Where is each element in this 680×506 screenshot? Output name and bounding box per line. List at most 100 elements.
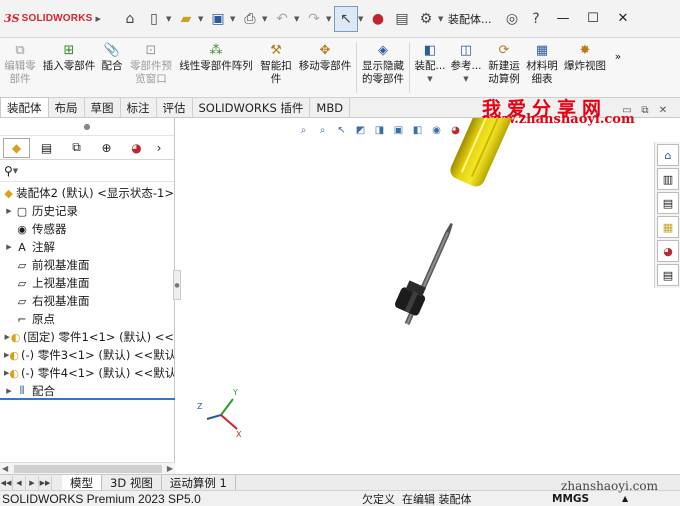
- select-arrow-icon[interactable]: ↖: [334, 5, 358, 32]
- show-hidden-button[interactable]: ◈ 显示隐藏 的零部件: [359, 38, 407, 97]
- solidworks-logo[interactable]: 3S SOLIDWORKS ▶: [0, 12, 118, 25]
- filter-dropdown-icon[interactable]: ▼: [13, 167, 21, 175]
- screwdriver-model[interactable]: Y X Z: [176, 118, 680, 474]
- tree-node-sensors[interactable]: ◉ 传感器: [0, 220, 174, 238]
- scroll-left-icon[interactable]: ◀: [2, 464, 8, 473]
- configurationmanager-icon[interactable]: ⧉: [63, 138, 90, 158]
- display-manager-icon[interactable]: ◕: [123, 138, 150, 158]
- tree-node-part4[interactable]: ▶ ◐ (-) 零件4<1> (默认) <<默认: [0, 364, 174, 382]
- undo-dropdown-icon[interactable]: ▼: [294, 15, 302, 23]
- reference-geometry-dropdown-icon[interactable]: ▼: [462, 73, 470, 86]
- tab-motion-study[interactable]: 运动算例 1: [162, 474, 236, 491]
- edit-component-button[interactable]: ⧉ 编辑零 部件: [0, 38, 40, 97]
- last-tab-icon[interactable]: ▶▶: [39, 475, 52, 490]
- viewport-tile-icon[interactable]: ⧉: [636, 105, 654, 116]
- new-motion-study-label-2: 动算例: [488, 73, 520, 85]
- ribbon-overflow-button[interactable]: »: [610, 38, 626, 97]
- expand-icon[interactable]: ▶: [4, 387, 14, 395]
- scrollbar-thumb[interactable]: [13, 464, 162, 473]
- assembly-features-button[interactable]: ◧ 装配... ▼: [412, 38, 448, 97]
- tree-node-top-plane[interactable]: ▱ 上视基准面: [0, 274, 174, 292]
- tree-node-annotations[interactable]: ▶ A 注解: [0, 238, 174, 256]
- units-dropdown-icon[interactable]: ▲: [622, 494, 628, 503]
- tabs-scroll-right-icon[interactable]: ›: [153, 138, 165, 158]
- exploded-view-button[interactable]: ✸ 爆炸视图: [560, 38, 610, 97]
- tab-sketch[interactable]: 草图: [85, 98, 121, 117]
- tree-node-front-plane[interactable]: ▱ 前视基准面: [0, 256, 174, 274]
- expand-icon[interactable]: ▶: [4, 243, 14, 251]
- print-dropdown-icon[interactable]: ▼: [262, 15, 270, 23]
- tab-layout[interactable]: 布局: [49, 98, 85, 117]
- close-icon[interactable]: ✕: [608, 0, 638, 38]
- tree-node-part3[interactable]: ▶ ◐ (-) 零件3<1> (默认) <<默认: [0, 346, 174, 364]
- graphics-area[interactable]: 我爱分享网 www.zhanshaoyi.com ▭ ⧉ ✕ ⌕ ⌕ ↖ ◩ ◨…: [173, 98, 680, 474]
- undo-icon[interactable]: ↶: [270, 6, 294, 32]
- search-user-icon[interactable]: ◎: [500, 6, 524, 32]
- first-tab-icon[interactable]: ◀◀: [0, 475, 13, 490]
- insert-component-button[interactable]: ⊞ 插入零部件: [40, 38, 98, 97]
- options-dropdown-icon[interactable]: ▼: [438, 15, 446, 23]
- featuremanager-tree-icon[interactable]: ◆: [3, 137, 30, 158]
- exploded-view-icon: ✸: [579, 42, 591, 58]
- new-document-icon[interactable]: ▯: [142, 6, 166, 32]
- viewport-close-icon[interactable]: ✕: [654, 105, 672, 116]
- redo-dropdown-icon[interactable]: ▼: [326, 15, 334, 23]
- new-motion-study-button[interactable]: ⟳ 新建运 动算例: [484, 38, 524, 97]
- tree-node-part1[interactable]: ▶ ◐ (固定) 零件1<1> (默认) <<: [0, 328, 174, 346]
- home-icon[interactable]: ⌂: [118, 6, 142, 32]
- panel-drag-handle[interactable]: ●: [0, 118, 174, 136]
- propertymanager-icon[interactable]: ▤: [33, 138, 60, 158]
- traffic-light-icon[interactable]: ●: [366, 6, 390, 32]
- redo-icon[interactable]: ↷: [302, 6, 326, 32]
- show-hidden-label-1: 显示隐藏: [362, 60, 404, 72]
- next-tab-icon[interactable]: ▶: [26, 475, 39, 490]
- linear-pattern-button[interactable]: ⁂ 线性零部件阵列: [176, 38, 256, 97]
- filter-bar[interactable]: ⚲ ▼: [0, 160, 174, 182]
- expand-icon[interactable]: ▶: [4, 207, 14, 215]
- tab-3d-view[interactable]: 3D 视图: [102, 474, 162, 491]
- tab-assembly[interactable]: 装配体: [0, 97, 49, 117]
- new-dropdown-icon[interactable]: ▼: [166, 15, 174, 23]
- horizontal-scrollbar[interactable]: ◀ ▶: [0, 462, 175, 474]
- open-dropdown-icon[interactable]: ▼: [198, 15, 206, 23]
- tab-mbd[interactable]: MBD: [310, 98, 351, 117]
- mate-label: 配合: [101, 60, 123, 72]
- select-dropdown-icon[interactable]: ▼: [358, 15, 366, 23]
- tree-node-assembly-root[interactable]: ◆ 装配体2 (默认) <显示状态-1>: [0, 184, 174, 202]
- print-icon[interactable]: ⎙: [238, 6, 262, 32]
- file-properties-icon[interactable]: ▤: [390, 6, 414, 32]
- move-component-button[interactable]: ✥ 移动零部件: [296, 38, 354, 97]
- ribbon-overflow-icon: »: [614, 51, 622, 63]
- maximize-icon[interactable]: ☐: [578, 0, 608, 38]
- tab-model[interactable]: 模型: [62, 474, 102, 491]
- unit-system-button[interactable]: MMGS: [552, 493, 622, 505]
- dimxpert-icon[interactable]: ⊕: [93, 138, 120, 158]
- bom-button[interactable]: ▦ 材料明 细表: [524, 38, 560, 97]
- save-icon[interactable]: ▣: [206, 6, 230, 32]
- tab-addins[interactable]: SOLIDWORKS 插件: [193, 98, 311, 117]
- prev-tab-icon[interactable]: ◀: [13, 475, 26, 490]
- tab-markup[interactable]: 标注: [121, 98, 157, 117]
- tab-evaluate[interactable]: 评估: [157, 98, 193, 117]
- component-preview-button[interactable]: ⊡ 零部件预 览窗口: [126, 38, 176, 97]
- tree-node-history[interactable]: ▶ ▢ 历史记录: [0, 202, 174, 220]
- open-folder-icon[interactable]: ▰: [174, 6, 198, 32]
- smart-fasteners-button[interactable]: ⚒ 智能扣 件: [256, 38, 296, 97]
- logo-menu-arrow-icon[interactable]: ▶: [96, 15, 104, 23]
- reference-geometry-button[interactable]: ◫ 参考... ▼: [448, 38, 484, 97]
- help-icon[interactable]: ?: [524, 6, 548, 32]
- tree-node-origin[interactable]: ⌐ 原点: [0, 310, 174, 328]
- tree-node-label: 注解: [32, 240, 55, 254]
- scroll-right-icon[interactable]: ▶: [167, 464, 173, 473]
- minimize-icon[interactable]: —: [548, 0, 578, 38]
- part-icon: ◐: [9, 348, 19, 362]
- ribbon-separator: [356, 42, 357, 93]
- assembly-features-dropdown-icon[interactable]: ▼: [426, 73, 434, 86]
- save-dropdown-icon[interactable]: ▼: [230, 15, 238, 23]
- tree-node-right-plane[interactable]: ▱ 右视基准面: [0, 292, 174, 310]
- mate-button[interactable]: 📎 配合: [98, 38, 126, 97]
- viewport-restore-icon[interactable]: ▭: [618, 105, 636, 116]
- feature-tree: ◆ 装配体2 (默认) <显示状态-1> ▶ ▢ 历史记录 ◉ 传感器 ▶ A …: [0, 182, 174, 400]
- filter-icon[interactable]: ⚲: [4, 164, 13, 178]
- options-gear-icon[interactable]: ⚙: [414, 6, 438, 32]
